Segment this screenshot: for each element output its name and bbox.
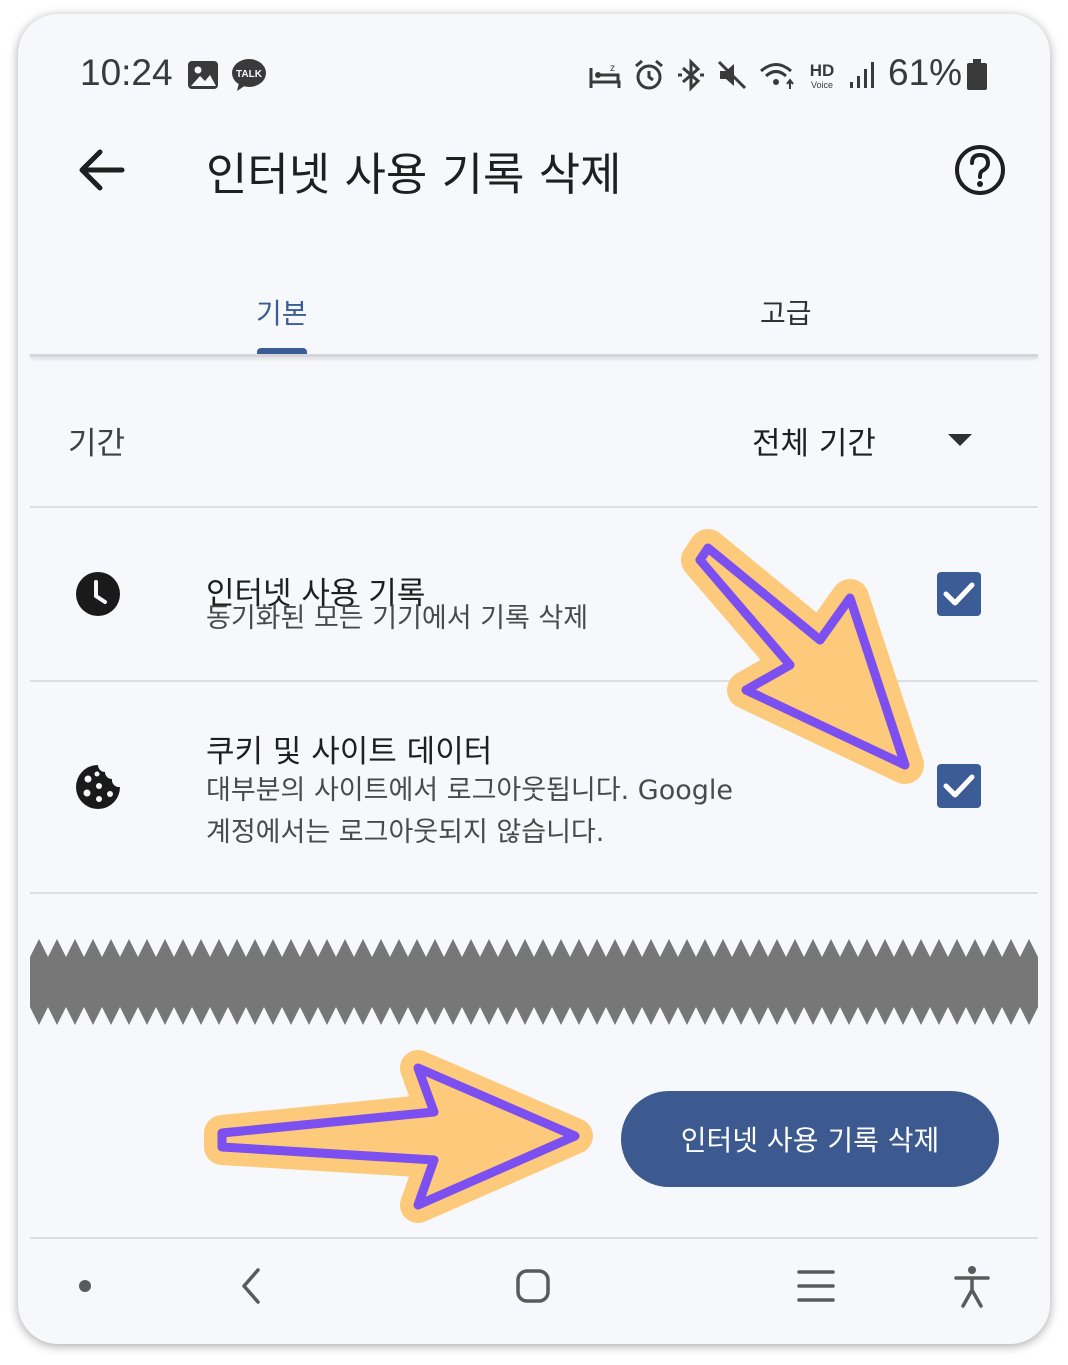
recents-icon[interactable] xyxy=(794,1264,838,1308)
svg-text:z: z xyxy=(610,63,615,74)
bluetooth-icon xyxy=(678,58,704,92)
kakaotalk-icon: TALK xyxy=(232,59,266,91)
home-icon[interactable] xyxy=(511,1264,555,1308)
wifi-icon xyxy=(760,63,794,89)
cookie-icon xyxy=(76,765,120,809)
checkbox-cookies[interactable] xyxy=(937,764,981,808)
period-dropdown[interactable]: 전체 기간 xyxy=(752,418,876,463)
alarm-icon xyxy=(635,59,663,90)
back-button[interactable] xyxy=(74,140,134,200)
dot-icon[interactable] xyxy=(63,1264,107,1308)
phone-screen: 10:24 TALK z HD Voice 61% 인터넷 사용 기록 삭제 기… xyxy=(18,14,1050,1344)
status-bar: 10:24 TALK z HD Voice 61% xyxy=(18,14,1050,134)
voice-label: Voice xyxy=(811,80,833,90)
option-subtitle-line1: 대부분의 사이트에서 로그아웃됩니다. Google xyxy=(206,775,733,806)
mute-icon xyxy=(717,60,747,90)
battery-icon xyxy=(967,59,987,90)
accessibility-icon[interactable] xyxy=(950,1264,994,1308)
nav-back-icon[interactable] xyxy=(230,1264,274,1308)
checkbox-browsing-history[interactable] xyxy=(937,572,981,616)
tab-basic[interactable]: 기본 xyxy=(256,292,308,332)
divider xyxy=(30,892,1038,894)
cropped-section xyxy=(30,939,1038,1025)
help-circle-icon[interactable] xyxy=(952,142,1008,198)
dropdown-arrow-icon[interactable] xyxy=(946,432,974,448)
divider xyxy=(30,680,1038,682)
page-title: 인터넷 사용 기록 삭제 xyxy=(206,148,622,201)
delete-history-button[interactable]: 인터넷 사용 기록 삭제 xyxy=(621,1091,999,1187)
sleep-icon: z xyxy=(589,63,621,88)
option-subtitle: 동기화된 모든 기기에서 기록 삭제 xyxy=(206,603,589,634)
divider xyxy=(30,506,1038,508)
tab-advanced[interactable]: 고급 xyxy=(760,292,812,332)
hd-label: HD xyxy=(810,61,835,80)
hd-voice-icon: HD Voice xyxy=(810,61,835,90)
status-time: 10:24 xyxy=(80,52,173,93)
option-subtitle-line2: 계정에서는 로그아웃되지 않습니다. xyxy=(206,817,605,848)
talk-badge-text: TALK xyxy=(236,69,263,80)
nav-divider xyxy=(30,1237,1038,1239)
option-title: 쿠키 및 사이트 데이터 xyxy=(206,734,493,770)
gallery-icon xyxy=(188,61,218,89)
period-label: 기간 xyxy=(68,426,126,462)
battery-percent: 61% xyxy=(888,52,963,93)
signal-icon xyxy=(850,62,874,88)
tab-divider xyxy=(30,354,1038,357)
clock-icon xyxy=(76,572,120,616)
